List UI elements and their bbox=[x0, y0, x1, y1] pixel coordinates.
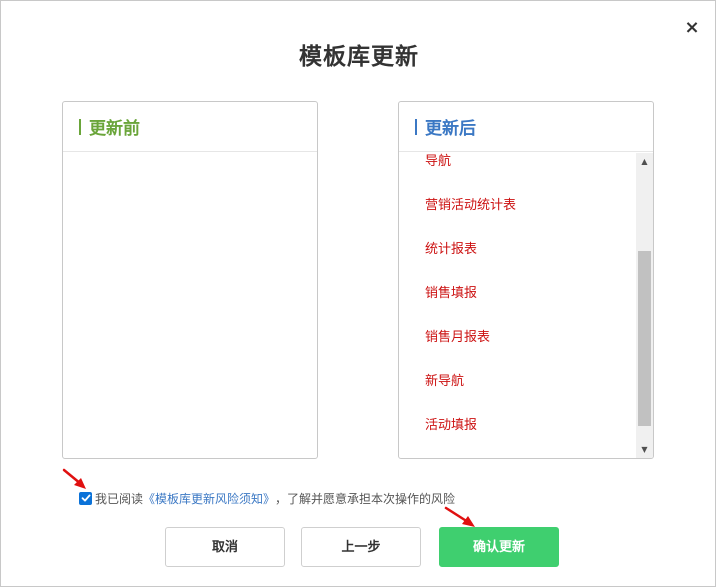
dialog-title: 模板库更新 bbox=[299, 44, 419, 70]
panel-before-header: 更新前 bbox=[63, 102, 317, 152]
panel-before-title: 更新前 bbox=[89, 119, 140, 139]
checkmark-icon bbox=[81, 494, 90, 502]
agreement-checkbox[interactable] bbox=[79, 491, 92, 505]
close-icon[interactable]: × bbox=[683, 19, 701, 37]
panel-after-list-area[interactable]: 导航 营销活动统计表 统计报表 销售填报 销售月报表 新导航 活动填报 ▲ ▼ bbox=[399, 153, 653, 458]
list-item: 统计报表 bbox=[425, 242, 478, 257]
panel-after-list: 导航 营销活动统计表 统计报表 销售填报 销售月报表 新导航 活动填报 bbox=[399, 153, 636, 458]
list-item: 导航 bbox=[425, 154, 452, 169]
panel-accent-bar bbox=[415, 118, 417, 135]
vertical-scrollbar[interactable]: ▲ ▼ bbox=[636, 153, 653, 458]
panel-after-update: 更新后 导航 营销活动统计表 统计报表 销售填报 销售月报表 新导航 活动填报 … bbox=[398, 101, 654, 459]
panel-before-list bbox=[63, 153, 317, 458]
confirm-update-button[interactable]: 确认更新 bbox=[439, 527, 559, 567]
previous-step-button[interactable]: 上一步 bbox=[301, 527, 421, 567]
agreement-suffix: ，了解并愿意承担本次操作的风险 bbox=[275, 491, 456, 506]
risk-notice-link[interactable]: 《模板库更新风险须知》 bbox=[143, 490, 275, 507]
panel-accent-bar bbox=[79, 118, 81, 135]
agreement-prefix: 我已阅读 bbox=[95, 491, 144, 506]
panel-after-title: 更新后 bbox=[425, 119, 476, 139]
list-item: 销售月报表 bbox=[425, 330, 491, 345]
list-item: 销售填报 bbox=[425, 286, 478, 301]
list-item: 新导航 bbox=[425, 374, 465, 389]
panel-after-header: 更新后 bbox=[399, 102, 653, 152]
panel-before-update: 更新前 bbox=[62, 101, 318, 459]
template-library-update-dialog: × 模板库更新 更新前 更新后 导航 营销活动统计表 统计报表 销售填报 销售月… bbox=[0, 0, 716, 587]
list-item: 活动填报 bbox=[425, 418, 478, 433]
scroll-up-arrow-icon[interactable]: ▲ bbox=[636, 153, 653, 170]
agreement-row: 我已阅读 《模板库更新风险须知》 ，了解并愿意承担本次操作的风险 bbox=[79, 489, 455, 507]
scrollbar-thumb[interactable] bbox=[638, 251, 651, 426]
cancel-button[interactable]: 取消 bbox=[165, 527, 285, 567]
scroll-down-arrow-icon[interactable]: ▼ bbox=[636, 441, 653, 458]
list-item: 营销活动统计表 bbox=[425, 198, 517, 213]
